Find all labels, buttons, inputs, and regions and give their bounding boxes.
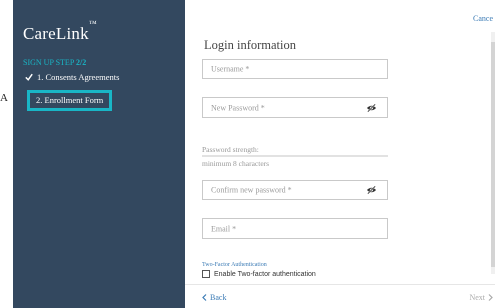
sidebar: CareLink™ SIGN UP STEP 2/2 1. Consents A… — [13, 0, 185, 308]
step-prefix: SIGN UP STEP — [23, 58, 74, 67]
step-enrollment-form[interactable]: 2. Enrollment Form — [27, 90, 113, 111]
confirm-password-input[interactable]: Confirm new password * — [202, 180, 388, 200]
password-strength-label: Password strength: — [202, 145, 259, 154]
logo-text: CareLink — [23, 24, 89, 43]
signup-step-indicator: SIGN UP STEP 2/2 — [23, 58, 86, 67]
footer-divider — [185, 284, 495, 285]
back-button[interactable]: Back — [202, 293, 226, 302]
main-panel: Cance Login information Username * New P… — [185, 0, 495, 308]
new-password-placeholder: New Password * — [211, 103, 265, 112]
email-placeholder: Email * — [211, 224, 237, 233]
email-input[interactable]: Email * — [202, 218, 388, 239]
cancel-link[interactable]: Cance — [473, 14, 493, 23]
back-label: Back — [210, 293, 227, 302]
username-placeholder: Username * — [211, 64, 250, 74]
chevron-right-icon — [488, 294, 493, 301]
two-factor-option[interactable]: Enable Two-factor authentication — [202, 270, 316, 278]
scrollbar-thumb[interactable] — [491, 42, 495, 267]
next-label: Next — [469, 293, 485, 302]
scrollbar[interactable] — [491, 32, 495, 274]
username-input[interactable]: Username * — [202, 59, 388, 79]
step-consents-agreements[interactable]: 1. Consents Agreements — [25, 72, 119, 82]
two-factor-checkbox-label[interactable]: Enable Two-factor authentication — [214, 271, 316, 278]
two-factor-checkbox[interactable] — [202, 270, 210, 278]
hide-password-icon[interactable] — [366, 185, 377, 195]
step-number: 2/2 — [75, 58, 87, 67]
hide-password-icon[interactable] — [366, 103, 377, 113]
carelink-logo: CareLink™ — [23, 19, 97, 44]
step-label: 2. Enrollment Form — [36, 95, 104, 105]
new-password-input[interactable]: New Password * — [202, 97, 388, 118]
page: A CareLink™ SIGN UP STEP 2/2 1. Consents… — [0, 0, 495, 308]
edge-marker-text: A — [0, 92, 8, 104]
password-hint: minimum 8 characters — [202, 159, 270, 168]
chevron-left-icon — [202, 294, 207, 301]
trademark-mark: ™ — [88, 19, 97, 29]
step-label: 1. Consents Agreements — [37, 72, 120, 82]
password-strength-meter — [202, 155, 388, 157]
page-title: Login information — [204, 38, 296, 52]
two-factor-heading: Two-Factor Authentication — [202, 262, 267, 268]
next-button[interactable]: Next — [469, 293, 493, 302]
checkmark-icon — [25, 73, 33, 81]
confirm-password-placeholder: Confirm new password * — [211, 185, 292, 195]
